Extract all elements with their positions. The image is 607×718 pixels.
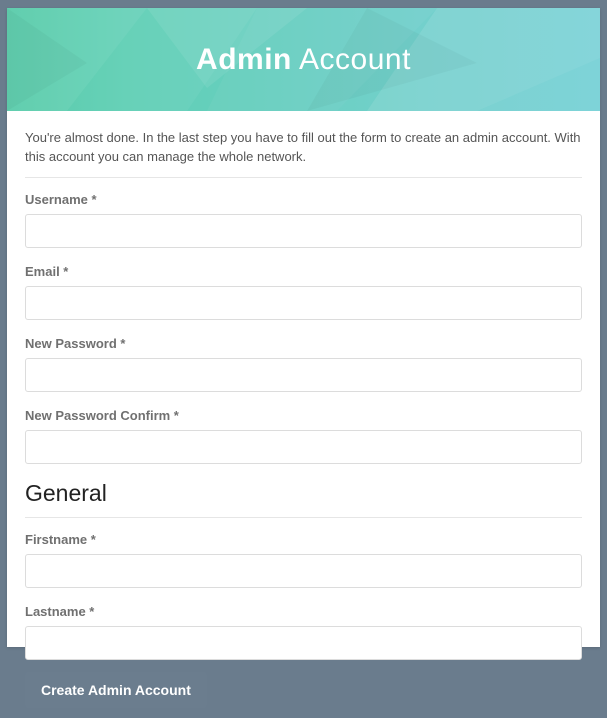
email-input[interactable] [25, 286, 582, 320]
lastname-input[interactable] [25, 626, 582, 660]
password-input[interactable] [25, 358, 582, 392]
username-input[interactable] [25, 214, 582, 248]
password-confirm-label: New Password Confirm * [25, 408, 582, 423]
email-label: Email * [25, 264, 582, 279]
page-title: Admin Account [196, 43, 411, 77]
firstname-input[interactable] [25, 554, 582, 588]
firstname-label: Firstname * [25, 532, 582, 547]
password-label: New Password * [25, 336, 582, 351]
hero-banner: Admin Account [7, 8, 600, 111]
lastname-label: Lastname * [25, 604, 582, 619]
create-admin-account-button[interactable]: Create Admin Account [25, 672, 207, 708]
password-confirm-input[interactable] [25, 430, 582, 464]
username-label: Username * [25, 192, 582, 207]
divider [25, 177, 582, 178]
divider-general [25, 517, 582, 518]
intro-text: You're almost done. In the last step you… [25, 129, 582, 167]
section-heading-general: General [25, 480, 582, 507]
